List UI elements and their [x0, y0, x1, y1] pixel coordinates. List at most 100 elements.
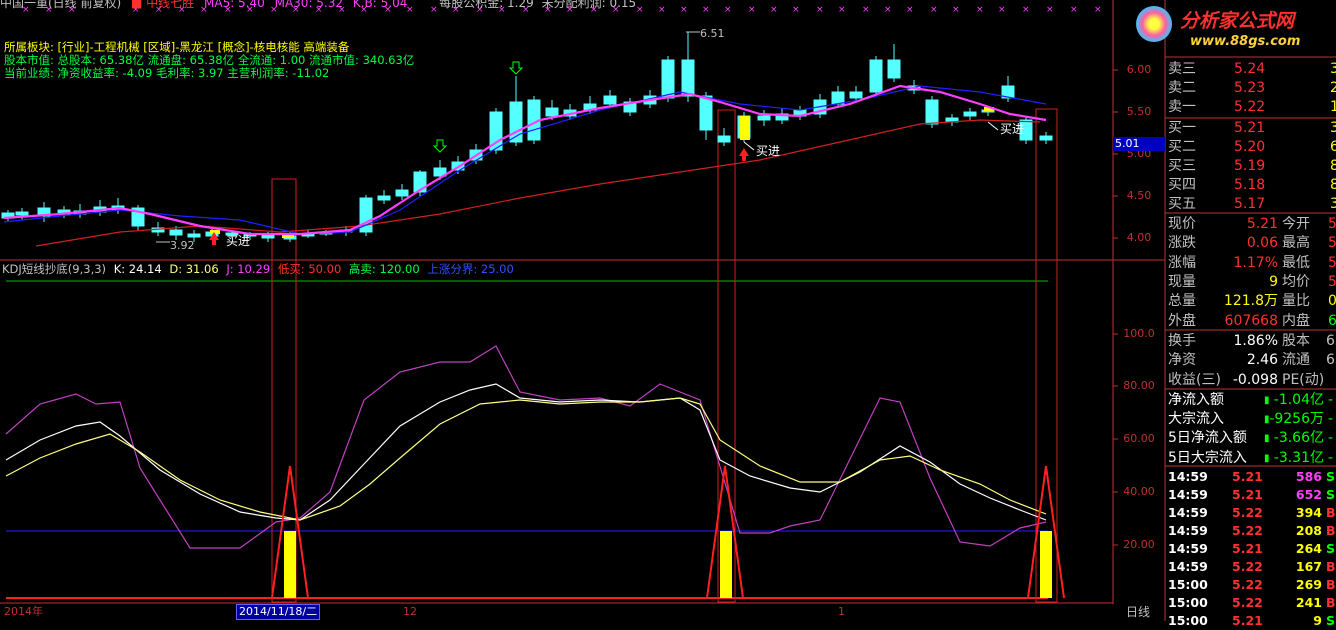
top-marker: × [702, 5, 710, 15]
top-marker: × [1070, 5, 1078, 15]
tick-row: 14:59 5.21 264 S [1168, 540, 1336, 558]
quote-row: 现价 5.21 今开 5 [1168, 215, 1336, 234]
kdj-d: D: 31.06 [169, 262, 219, 276]
kdj-indicator [5, 345, 1047, 549]
candle-body [831, 91, 845, 105]
quote-label: 现价 [1168, 216, 1196, 232]
top-marker: × [748, 5, 756, 15]
quote-label: 外盘 [1168, 312, 1196, 329]
quote-value-2: 0 [1328, 293, 1336, 310]
current-price-tag: 5.01 [1113, 137, 1165, 151]
tick-side: B [1326, 559, 1336, 574]
flower-logo-icon [1136, 6, 1172, 42]
flow-label: 大宗流入 [1168, 411, 1224, 428]
tick-row: 14:59 5.22 394 B [1168, 504, 1336, 522]
candle-body [377, 195, 391, 201]
fundamental-row: 收益(三) -0.098 PE(动) [1168, 371, 1336, 390]
kdj-j-line [5, 345, 1047, 549]
quote-label: 总量 [1168, 293, 1196, 310]
quote-value-2: 610 [1328, 312, 1336, 329]
tick-price: 5.21 [1232, 469, 1263, 484]
top-marker: × [930, 5, 938, 15]
tick-row: 15:00 5.22 269 B [1168, 576, 1336, 594]
flow-value: -9256万 [1269, 411, 1324, 428]
tick-volume: 167 [1295, 559, 1322, 574]
kdj-name: KDJ短线抄底(9,3,3) [2, 262, 107, 276]
top-marker: × [952, 5, 960, 15]
buy-arrow-icon [739, 148, 749, 161]
period-selector[interactable]: 日线 [1126, 605, 1150, 619]
fund-value: -0.098 [1232, 371, 1278, 388]
bid-price: 5.18 [1234, 177, 1266, 193]
ma30-value: MA30: 5.32 [274, 0, 344, 10]
chart-canvas[interactable]: × × × × × × × × × × × × × × × × × × × × × × × × × × × × × × × × × × × × × × × ×… [0, 0, 1336, 621]
tick-volume: 586 [1295, 469, 1322, 484]
kb-value: K.B: 5.04 [352, 0, 408, 10]
quote-value: 5.21 [1246, 216, 1278, 232]
ma5-value: MA5: 5.40 [204, 0, 265, 10]
candle-body [699, 95, 713, 131]
tick-time: 14:59 [1168, 469, 1208, 484]
kdj-tick-80: 80.00 [1123, 379, 1155, 392]
quote-value: 607668 [1224, 312, 1278, 329]
kdj-k: K: 24.14 [113, 262, 162, 276]
top-marker: × [1046, 5, 1054, 15]
price-tick-450: 4.50 [1126, 189, 1152, 202]
candle-body [869, 59, 883, 93]
tick-side: B [1326, 505, 1336, 520]
ask-label: 卖三 [1168, 61, 1196, 77]
x-label-dec: 12 [403, 605, 417, 618]
tick-row: 14:59 5.22 208 B [1168, 522, 1336, 540]
candle-body [603, 95, 617, 105]
candle-body [661, 59, 675, 99]
quote-label: 涨跌 [1168, 235, 1196, 252]
bid-volume: 3 [1330, 120, 1336, 136]
tick-volume: 9 [1313, 613, 1322, 628]
performance-info: 当前业绩: 净资收益率: -4.09 毛利率: 3.97 主营利润率: -11.… [4, 66, 330, 80]
tick-row: 14:59 5.22 167 B [1168, 558, 1336, 576]
top-marker: × [862, 5, 870, 15]
x-label-cursor-date[interactable]: 2014/11/18/二 [236, 604, 321, 620]
fundamental-row: 净资 2.46 流通 65 [1168, 351, 1336, 370]
bid-volume: 3 [1330, 196, 1336, 212]
chart-header: 中国一重(日线 前复权) ■ 中线七胜 MA5: 5.40 MA30: 5.32… [0, 0, 636, 10]
tick-time: 14:59 [1168, 523, 1208, 538]
top-marker: × [724, 5, 732, 15]
buy-signal-label-1: 买进 [226, 234, 251, 248]
signal-candle [740, 116, 750, 140]
bid-price: 5.19 [1234, 158, 1266, 174]
quote-value-2: 5 [1328, 235, 1336, 252]
candle-body [187, 233, 201, 238]
tick-time: 15:00 [1168, 613, 1208, 628]
quote-row: 现量 9 均价 5 [1168, 273, 1336, 292]
tick-row: 14:59 5.21 586 S [1168, 468, 1336, 486]
flow-label: 5日大宗流入 [1168, 449, 1247, 466]
tick-time: 14:59 [1168, 487, 1208, 502]
tick-side: S [1326, 469, 1336, 484]
top-marker: × [816, 5, 824, 15]
top-marker: × [1094, 5, 1102, 15]
top-marker: × [998, 5, 1006, 15]
undistributed-profit: 未分配利润: 0.15 [541, 0, 637, 10]
kdj-signal-bar [720, 531, 732, 598]
bid-row: 买一 5.21 3 [1168, 119, 1336, 138]
tick-price: 5.22 [1232, 523, 1263, 538]
quote-label-2: 最高 [1282, 235, 1310, 252]
buy-pointer [743, 141, 755, 151]
top-marker: × [976, 5, 984, 15]
flow-tail: - [1328, 430, 1334, 447]
kdj-j: J: 10.29 [226, 262, 271, 276]
kdj-d-line [5, 397, 1047, 521]
top-marker: × [906, 5, 914, 15]
bid-label: 买一 [1168, 120, 1196, 136]
tick-price: 5.22 [1232, 505, 1263, 520]
logo-brand: 分析家公式网 [1180, 10, 1295, 32]
kdj-tick-40: 40.00 [1123, 485, 1155, 498]
bid-price: 5.20 [1234, 139, 1266, 155]
tick-volume: 394 [1295, 505, 1322, 520]
quote-row: 涨跌 0.06 最高 5 [1168, 234, 1336, 253]
fund-flow-row: 5日净流入额 -3.66亿 ▮ - [1168, 430, 1334, 447]
quote-label-2: 量比 [1282, 293, 1310, 310]
tick-row: 15:00 5.22 241 B [1168, 594, 1336, 612]
kdj-tick-20: 20.00 [1123, 538, 1155, 551]
